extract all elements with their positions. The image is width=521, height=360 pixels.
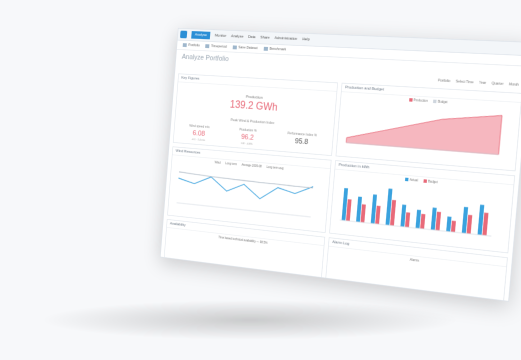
legend-label: Wind bbox=[214, 160, 221, 165]
timeperiod-label: Timeperiod bbox=[210, 44, 227, 49]
page-title: Analyze Portfolio bbox=[181, 53, 229, 63]
legend-label: Alarms bbox=[409, 257, 420, 263]
window-shadow bbox=[40, 300, 460, 340]
key-figures-panel: Key Figures Production 139.2 GWh Peak Wi… bbox=[172, 73, 338, 156]
bar bbox=[466, 215, 473, 235]
tab-help[interactable]: Help bbox=[302, 38, 310, 42]
legend-label: Production bbox=[413, 98, 428, 103]
benchmark-icon bbox=[263, 46, 268, 51]
bar bbox=[415, 209, 422, 229]
legend-label: Budget bbox=[437, 99, 448, 104]
dashboard-grid: Key Figures Production 139.2 GWh Peak Wi… bbox=[160, 70, 521, 302]
filter-year[interactable]: Year bbox=[479, 81, 486, 86]
bar bbox=[450, 220, 456, 233]
tab-data[interactable]: Data bbox=[248, 35, 256, 39]
bar bbox=[404, 212, 411, 228]
file-tab[interactable]: Analyse bbox=[191, 31, 211, 40]
production-chart-panel: Production and Budget Production Budget bbox=[335, 82, 521, 172]
production-area-chart bbox=[337, 97, 514, 165]
kpi-performance: Performance Index % 95.8 bbox=[286, 132, 317, 151]
tab-share[interactable]: Share bbox=[260, 36, 270, 40]
series-line bbox=[178, 174, 314, 204]
bar bbox=[360, 204, 366, 223]
benchmark-button[interactable]: Benchmark bbox=[263, 46, 287, 52]
series-line bbox=[179, 172, 314, 188]
panel-title: Key Figures bbox=[178, 74, 338, 92]
filter-quarter[interactable]: Quarter bbox=[491, 82, 503, 87]
tab-administration[interactable]: Administration bbox=[274, 36, 297, 41]
benchmark-label: Benchmark bbox=[269, 47, 287, 52]
kpi-production: Production % 96.2 0.8 · -0.8% bbox=[238, 128, 257, 146]
timeperiod-button[interactable]: Timeperiod bbox=[205, 44, 227, 49]
portfolio-button[interactable]: Portfolio bbox=[182, 43, 200, 48]
production-area bbox=[346, 106, 502, 155]
filter-portfolio[interactable]: Portfolio bbox=[438, 79, 451, 84]
portfolio-label: Portfolio bbox=[188, 43, 200, 48]
legend-swatch bbox=[405, 177, 409, 182]
save-icon bbox=[232, 45, 237, 50]
kpi-delta: 0.8 · -0.8% bbox=[241, 141, 253, 146]
save-dataset-button[interactable]: Save Dataset bbox=[232, 45, 258, 51]
bar bbox=[420, 214, 426, 230]
save-dataset-label: Save Dataset bbox=[238, 45, 258, 51]
kpi-delta: -0.1 · 1.4 m/s bbox=[191, 137, 206, 142]
stage: Analyse Monitor Analyse Data Share Admin… bbox=[0, 0, 521, 360]
bar bbox=[446, 216, 452, 232]
calendar-icon bbox=[205, 44, 210, 49]
legend-swatch bbox=[433, 99, 437, 104]
legend-swatch bbox=[408, 98, 413, 102]
portfolio-icon bbox=[182, 43, 187, 48]
tab-monitor[interactable]: Monitor bbox=[215, 34, 227, 38]
x-axis bbox=[177, 203, 311, 217]
app-logo-icon bbox=[180, 30, 188, 39]
kpi-wind: Wind speed m/s 6.08 -0.1 · 1.4 m/s bbox=[188, 124, 210, 142]
legend-swatch bbox=[423, 179, 427, 184]
bar-chart-panel: Production in kWh Actual Budget bbox=[329, 160, 516, 254]
kpi-value: 95.8 bbox=[294, 137, 309, 147]
legend-label: Actual bbox=[409, 178, 419, 183]
filter-month[interactable]: Month bbox=[509, 82, 519, 87]
wind-chart-panel: Wind Resources Wind Long term Average 20… bbox=[167, 146, 332, 233]
bar bbox=[375, 205, 381, 225]
legend-label: Budget bbox=[427, 179, 438, 184]
filter-select-time[interactable]: Select Time bbox=[456, 80, 474, 85]
app-window: Analyse Monitor Analyse Data Share Admin… bbox=[160, 28, 521, 302]
tab-analyse[interactable]: Analyse bbox=[231, 35, 244, 39]
bar bbox=[435, 211, 442, 231]
